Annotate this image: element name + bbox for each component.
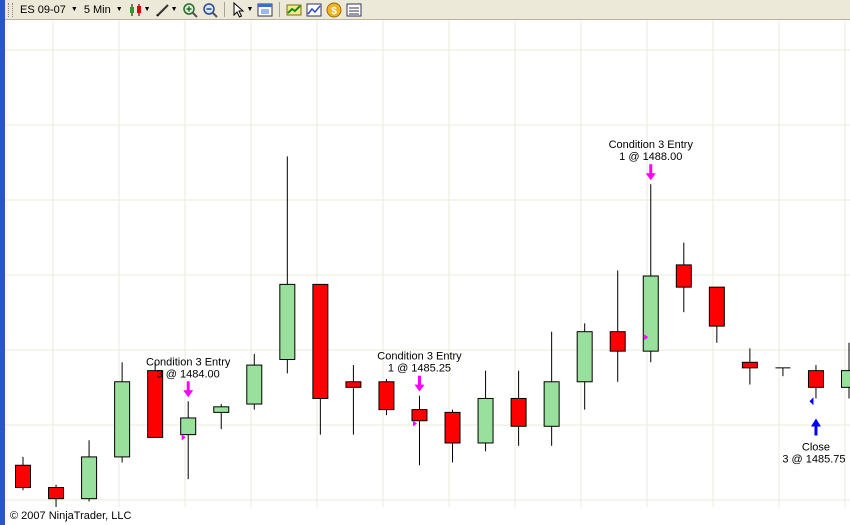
strategies-icon xyxy=(306,3,322,16)
chart-grid xyxy=(5,20,850,507)
chart-toolbar: ES 09-07 ▼ 5 Min ▼ ▼ ▼ ▼ $ xyxy=(5,0,850,20)
candle-body-up xyxy=(180,417,197,436)
candle-body-up xyxy=(279,283,296,361)
cursor-pointer-icon xyxy=(233,1,244,18)
candle xyxy=(741,348,758,385)
execution-label-name: Close xyxy=(802,441,830,453)
instrument-selector[interactable]: ES 09-07 ▼ xyxy=(17,1,81,19)
chart-style-button[interactable] xyxy=(126,1,146,19)
zoom-in-icon xyxy=(182,2,198,18)
candle-body-up xyxy=(576,331,593,383)
price-chart[interactable]: Condition 3 Entry3 @ 1484.00Condition 3 … xyxy=(5,20,850,507)
toolbar-separator xyxy=(223,2,225,17)
execution-label-name: Condition 3 Entry xyxy=(377,351,462,363)
pencil-draw-icon xyxy=(155,3,169,17)
candle xyxy=(775,367,791,377)
candle-body-down xyxy=(345,381,362,388)
svg-text:$: $ xyxy=(332,6,338,17)
indicators-icon xyxy=(286,4,302,15)
execution-label-detail: 3 @ 1485.75 xyxy=(782,453,845,465)
candle xyxy=(841,342,850,399)
candle-body-up xyxy=(246,364,263,405)
interval-selector[interactable]: 5 Min ▼ xyxy=(81,1,126,19)
candle-body-down xyxy=(147,370,164,438)
chevron-down-icon: ▼ xyxy=(70,6,78,13)
instrument-label: ES 09-07 xyxy=(20,3,66,16)
chevron-down-icon: ▼ xyxy=(115,6,123,13)
candle xyxy=(444,409,461,463)
candle xyxy=(15,456,31,491)
candle xyxy=(114,362,131,463)
indicators-button[interactable] xyxy=(284,1,304,19)
candle xyxy=(345,365,362,435)
cursor-button[interactable] xyxy=(229,1,249,19)
chevron-down-icon[interactable]: ▼ xyxy=(247,6,254,13)
candle-body-up xyxy=(81,456,98,500)
candle xyxy=(708,286,725,343)
execution-markers xyxy=(181,164,821,441)
execution-label-detail: 3 @ 1484.00 xyxy=(157,368,220,380)
candle-body-down xyxy=(411,409,428,422)
candle xyxy=(48,484,65,507)
zoom-out-button[interactable] xyxy=(200,1,220,19)
entry-arrow-head xyxy=(414,384,425,392)
execution-triangle-marker xyxy=(412,420,417,427)
toolbar-grip[interactable] xyxy=(8,2,13,17)
zoom-out-icon xyxy=(202,2,218,18)
candlestick-chart-icon xyxy=(129,3,141,16)
candle-body-down xyxy=(312,283,329,399)
candle-body-up xyxy=(841,370,850,388)
candle xyxy=(477,370,494,452)
exit-arrow-up-icon xyxy=(810,418,821,427)
drawing-tools-button[interactable] xyxy=(153,1,173,19)
candle xyxy=(609,270,626,382)
candle-body-up xyxy=(213,406,230,413)
candle-body-up xyxy=(642,275,659,352)
candle-body-down xyxy=(378,381,395,411)
candle-body-down xyxy=(609,331,626,352)
candle-body-down xyxy=(48,487,65,500)
candle-body-down xyxy=(708,286,725,327)
candle-body-down xyxy=(807,370,824,388)
execution-label-detail: 1 @ 1485.25 xyxy=(388,363,451,375)
candle xyxy=(576,323,593,410)
candle xyxy=(510,370,527,446)
data-box-button[interactable] xyxy=(344,1,364,19)
candle-body-up xyxy=(543,381,560,427)
zoom-in-button[interactable] xyxy=(180,1,200,19)
data-box-icon xyxy=(346,3,362,16)
candle xyxy=(378,378,395,416)
candle-body-down xyxy=(675,264,692,288)
execution-label-detail: 1 @ 1488.00 xyxy=(619,151,682,163)
coin-icon: $ xyxy=(326,2,342,17)
candle-body-up xyxy=(114,381,131,458)
strategies-button[interactable] xyxy=(304,1,324,19)
execution-label-name: Condition 3 Entry xyxy=(146,356,231,368)
exit-triangle-marker xyxy=(809,397,814,406)
candle xyxy=(246,353,263,410)
candle-body-down xyxy=(444,411,461,444)
candle xyxy=(180,401,197,480)
chart-properties-icon xyxy=(257,3,273,16)
interval-label: 5 Min xyxy=(83,3,111,16)
candle xyxy=(675,242,692,313)
copyright-notice: © 2007 NinjaTrader, LLC xyxy=(10,510,132,522)
chevron-down-icon[interactable]: ▼ xyxy=(144,6,151,13)
toolbar-separator xyxy=(279,2,281,17)
candle xyxy=(543,331,560,446)
candle xyxy=(312,283,329,435)
candle-body-down xyxy=(15,464,31,489)
trade-button[interactable]: $ xyxy=(324,1,344,19)
candle xyxy=(411,395,428,466)
candle-body-down xyxy=(510,397,527,427)
chart-properties-button[interactable] xyxy=(255,1,275,19)
candle xyxy=(807,365,824,399)
candlestick-series xyxy=(15,156,850,507)
candle-body-up xyxy=(477,397,494,444)
chevron-down-icon[interactable]: ▼ xyxy=(171,6,178,13)
candle-body-down xyxy=(741,361,758,369)
candle xyxy=(81,440,98,502)
candle xyxy=(279,156,296,374)
execution-label-name: Condition 3 Entry xyxy=(609,139,694,151)
